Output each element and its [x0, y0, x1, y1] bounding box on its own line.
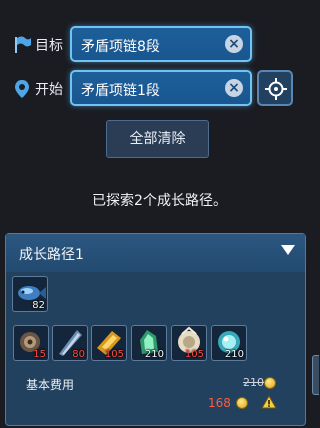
base-item-count: 82 — [32, 300, 45, 311]
coin-icon — [236, 397, 248, 409]
material-count: 105 — [104, 349, 124, 360]
original-cost: 210 — [243, 376, 264, 389]
target-label-group: 目标 — [12, 34, 63, 56]
start-clear-icon[interactable]: × — [225, 79, 243, 97]
side-expand-tab[interactable] — [312, 355, 319, 395]
map-pin-icon — [15, 80, 29, 98]
target-value: 矛盾项链8段 — [81, 39, 160, 55]
target-label: 目标 — [35, 38, 63, 54]
start-row: 开始 矛盾项链1段 × — [0, 70, 319, 110]
start-value: 矛盾项链1段 — [81, 83, 160, 99]
growth-path-header[interactable]: 成长路径1 — [6, 234, 305, 272]
material-count: 80 — [72, 349, 85, 360]
material-slot[interactable]: 80 — [52, 325, 88, 361]
status-text: 已探索2个成长路径。 — [92, 193, 227, 209]
clear-all-button[interactable]: 全部清除 — [106, 120, 209, 158]
flag-icon — [15, 36, 31, 53]
start-input[interactable]: 矛盾项链1段 × — [70, 70, 252, 106]
crosshair-icon — [265, 78, 287, 100]
locate-button[interactable] — [257, 70, 293, 106]
material-count: 210 — [144, 349, 164, 360]
material-slot[interactable]: 210 — [131, 325, 167, 361]
discounted-cost: 168 — [208, 396, 231, 410]
base-cost-label: 基本费用 — [26, 378, 75, 392]
material-count: 105 — [184, 349, 204, 360]
growth-path-title: 成长路径1 — [19, 247, 84, 263]
triangle-down-icon[interactable] — [281, 245, 295, 255]
material-count: 210 — [224, 349, 244, 360]
coin-icon — [264, 377, 276, 389]
alert-icon[interactable] — [261, 395, 277, 409]
material-slot[interactable]: 15 — [13, 325, 49, 361]
material-slot[interactable]: 105 — [171, 325, 207, 361]
target-clear-icon[interactable]: × — [225, 35, 243, 53]
base-item-slot[interactable]: 82 — [12, 276, 48, 312]
material-count: 15 — [33, 349, 46, 360]
start-label: 开始 — [35, 82, 63, 98]
target-input[interactable]: 矛盾项链8段 × — [70, 26, 252, 62]
material-slot[interactable]: 210 — [211, 325, 247, 361]
target-row: 目标 矛盾项链8段 × — [0, 26, 319, 66]
material-slot[interactable]: 105 — [91, 325, 127, 361]
start-label-group: 开始 — [12, 78, 63, 100]
